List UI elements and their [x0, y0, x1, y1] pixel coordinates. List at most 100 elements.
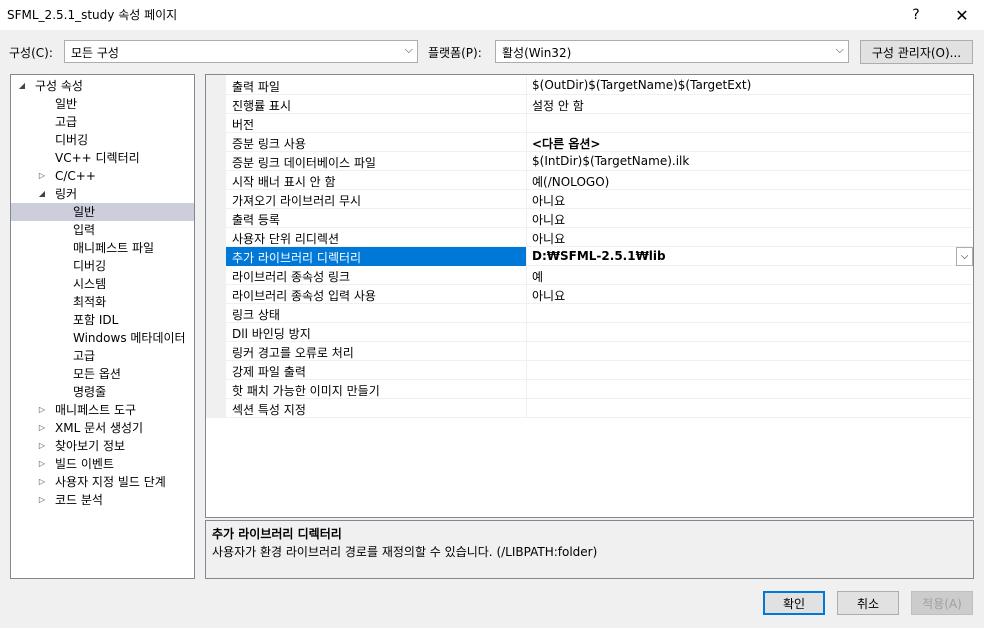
property-row-prevent-dll-binding[interactable]: Dll 바인딩 방지 — [226, 323, 972, 342]
tree-item-vc-directories[interactable]: VC++ 디렉터리 — [11, 149, 194, 167]
property-row-ignore-import-library[interactable]: 가져오기 라이브러리 무시 아니요 — [226, 190, 972, 209]
collapsed-triangle-icon[interactable]: ▷ — [37, 437, 47, 455]
description-title: 추가 라이브러리 디렉터리 — [212, 527, 342, 541]
collapsed-triangle-icon[interactable]: ▷ — [37, 419, 47, 437]
tree-item-label: 사용자 지정 빌드 단계 — [55, 475, 166, 489]
property-row-hotpatchable-image[interactable]: 핫 패치 가능한 이미지 만들기 — [226, 380, 972, 399]
property-name: 시작 배너 표시 안 함 — [232, 175, 336, 189]
tree-item-label: VC++ 디렉터리 — [55, 151, 140, 165]
property-row-version[interactable]: 버전 — [226, 114, 972, 133]
tree-item-label: 일반 — [55, 97, 78, 111]
tree-item-all-options[interactable]: 모든 옵션 — [11, 365, 194, 383]
collapsed-triangle-icon[interactable]: ▷ — [37, 455, 47, 473]
property-row-use-library-dependency-inputs[interactable]: 라이브러리 종속성 입력 사용 아니요 — [226, 285, 972, 304]
property-name: 강제 파일 출력 — [232, 365, 306, 379]
property-value: 아니요 — [532, 232, 566, 246]
property-name: 출력 등록 — [232, 213, 280, 227]
property-value: $(OutDir)$(TargetName)$(TargetExt) — [532, 78, 752, 92]
property-name: 링커 경고를 오류로 처리 — [232, 346, 354, 360]
collapsed-triangle-icon[interactable]: ▷ — [37, 401, 47, 419]
tree-item-xml-document-generator[interactable]: ▷ XML 문서 생성기 — [11, 419, 194, 437]
property-row-show-progress[interactable]: 진행률 표시 설정 안 함 — [226, 95, 972, 114]
window-title: SFML_2.5.1_study 속성 페이지 — [7, 8, 178, 22]
tree-item-label: 입력 — [73, 223, 96, 237]
tree-item-build-events[interactable]: ▷ 빌드 이벤트 — [11, 455, 194, 473]
tree-item-code-analysis[interactable]: ▷ 코드 분석 — [11, 491, 194, 509]
tree-item-label: 디버깅 — [55, 133, 89, 147]
tree-item-label: 고급 — [73, 349, 96, 363]
grid-gutter — [206, 75, 226, 418]
property-row-specify-section-attributes[interactable]: 섹션 특성 지정 — [226, 399, 972, 418]
configuration-manager-button[interactable]: 구성 관리자(O)... — [860, 40, 973, 64]
property-row-per-user-redirection[interactable]: 사용자 단위 리디렉션 아니요 — [226, 228, 972, 247]
tree-item-browse-information[interactable]: ▷ 찾아보기 정보 — [11, 437, 194, 455]
title-bar: SFML_2.5.1_study 속성 페이지 ? ✕ — [0, 0, 984, 30]
property-name: Dll 바인딩 방지 — [232, 327, 311, 341]
tree-item-label: Windows 메타데이터 — [73, 331, 186, 345]
platform-value: 활성(Win32) — [502, 46, 572, 60]
tree-item-linker[interactable]: ◢ 링커 — [11, 185, 194, 203]
close-button[interactable]: ✕ — [940, 0, 984, 30]
tree-item-c-cpp[interactable]: ▷ C/C++ — [11, 167, 194, 185]
tree-item-label: 링커 — [55, 187, 78, 201]
tree-item-embedded-idl[interactable]: 포함 IDL — [11, 311, 194, 329]
tree-item-optimization[interactable]: 최적화 — [11, 293, 194, 311]
cancel-button[interactable]: 취소 — [837, 591, 899, 615]
expanded-triangle-icon[interactable]: ◢ — [17, 77, 27, 95]
property-row-suppress-banner[interactable]: 시작 배너 표시 안 함 예(/NOLOGO) — [226, 171, 972, 190]
tree-item-label: 빌드 이벤트 — [55, 457, 115, 471]
property-name: 버전 — [232, 118, 255, 132]
tree-item-debugging[interactable]: 디버깅 — [11, 131, 194, 149]
property-name: 증분 링크 데이터베이스 파일 — [232, 156, 376, 170]
collapsed-triangle-icon[interactable]: ▷ — [37, 167, 47, 185]
property-value: <다른 옵션> — [532, 137, 601, 151]
tree-item-linker-debugging[interactable]: 디버깅 — [11, 257, 194, 275]
help-button[interactable]: ? — [894, 0, 938, 30]
chevron-down-icon[interactable]: ⌵ — [956, 247, 973, 266]
property-row-register-output[interactable]: 출력 등록 아니요 — [226, 209, 972, 228]
tree-item-linker-advanced[interactable]: 고급 — [11, 347, 194, 365]
tree-item-label: 모든 옵션 — [73, 367, 121, 381]
tree-item-label: C/C++ — [55, 169, 96, 183]
expanded-triangle-icon[interactable]: ◢ — [37, 185, 47, 203]
configuration-select[interactable]: 모든 구성 ⌵ — [64, 40, 418, 63]
tree-item-label: 디버깅 — [73, 259, 107, 273]
tree-item-custom-build-step[interactable]: ▷ 사용자 지정 빌드 단계 — [11, 473, 194, 491]
property-value: 아니요 — [532, 194, 566, 208]
tree-item-general[interactable]: 일반 — [11, 95, 194, 113]
property-row-additional-library-directories[interactable]: 추가 라이브러리 디렉터리 D:₩SFML-2.5.1₩lib ⌵ — [226, 247, 973, 266]
property-row-incremental-link-database[interactable]: 증분 링크 데이터베이스 파일 $(IntDir)$(TargetName).i… — [226, 152, 972, 171]
property-row-link-status[interactable]: 링크 상태 — [226, 304, 972, 323]
property-grid: 출력 파일 $(OutDir)$(TargetName)$(TargetExt)… — [205, 74, 974, 518]
tree-item-manifest-tool[interactable]: ▷ 매니페스트 도구 — [11, 401, 194, 419]
tree-item-label: 명령줄 — [73, 385, 107, 399]
platform-select[interactable]: 활성(Win32) ⌵ — [495, 40, 849, 63]
property-row-output-file[interactable]: 출력 파일 $(OutDir)$(TargetName)$(TargetExt) — [226, 76, 972, 95]
tree-item-configuration-properties[interactable]: ◢ 구성 속성 — [11, 77, 194, 95]
tree-item-advanced[interactable]: 고급 — [11, 113, 194, 131]
tree-item-label: 고급 — [55, 115, 78, 129]
property-name: 출력 파일 — [232, 80, 280, 94]
description-text: 사용자가 환경 라이브러리 경로를 재정의할 수 있습니다. (/LIBPATH… — [212, 545, 598, 559]
chevron-down-icon: ⌵ — [835, 43, 844, 56]
tree-item-input[interactable]: 입력 — [11, 221, 194, 239]
ok-button[interactable]: 확인 — [763, 591, 825, 615]
tree-item-linker-general[interactable]: 일반 — [11, 203, 194, 221]
tree-item-system[interactable]: 시스템 — [11, 275, 194, 293]
property-name: 핫 패치 가능한 이미지 만들기 — [232, 384, 380, 398]
property-row-incremental-linking[interactable]: 증분 링크 사용 <다른 옵션> — [226, 133, 972, 152]
tree-item-manifest-file[interactable]: 매니페스트 파일 — [11, 239, 194, 257]
tree-item-command-line[interactable]: 명령줄 — [11, 383, 194, 401]
property-name: 라이브러리 종속성 입력 사용 — [232, 289, 376, 303]
tree-item-label: 찾아보기 정보 — [55, 439, 126, 453]
property-value[interactable]: D:₩SFML-2.5.1₩lib — [532, 249, 666, 263]
description-panel: 추가 라이브러리 디렉터리 사용자가 환경 라이브러리 경로를 재정의할 수 있… — [205, 520, 974, 579]
collapsed-triangle-icon[interactable]: ▷ — [37, 491, 47, 509]
collapsed-triangle-icon[interactable]: ▷ — [37, 473, 47, 491]
apply-button[interactable]: 적용(A) — [911, 591, 973, 615]
property-row-force-file-output[interactable]: 강제 파일 출력 — [226, 361, 972, 380]
property-row-link-library-dependencies[interactable]: 라이브러리 종속성 링크 예 — [226, 266, 972, 285]
property-value: 아니요 — [532, 213, 566, 227]
property-row-treat-warnings-as-errors[interactable]: 링커 경고를 오류로 처리 — [226, 342, 972, 361]
tree-item-windows-metadata[interactable]: Windows 메타데이터 — [11, 329, 194, 347]
